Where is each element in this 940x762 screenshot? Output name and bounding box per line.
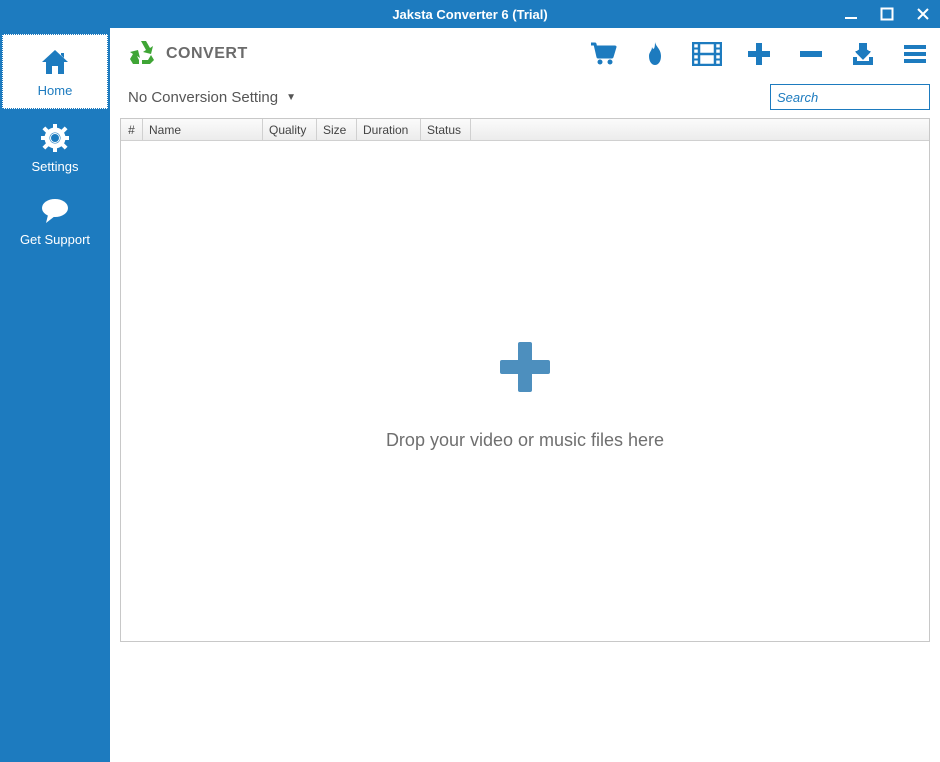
header-brand: CONVERT [128,38,248,71]
gear-icon [38,123,72,153]
chevron-down-icon: ▼ [286,92,296,103]
table-header: # Name Quality Size Duration Status [121,119,929,141]
col-size[interactable]: Size [317,119,357,140]
col-name[interactable]: Name [143,119,263,140]
minus-icon [798,41,824,67]
col-spacer [471,119,929,140]
header-row: CONVERT [110,28,940,80]
minimize-icon [844,7,858,21]
settings-row: No Conversion Setting ▼ [110,80,940,114]
sidebar-item-label: Get Support [20,232,90,247]
home-icon [38,47,72,77]
col-status[interactable]: Status [421,119,471,140]
flame-icon [645,41,665,67]
plus-icon [746,41,772,67]
toolbar [588,39,930,69]
sidebar-item-settings[interactable]: Settings [0,111,110,184]
search-input[interactable] [777,90,940,105]
sidebar-item-home[interactable]: Home [2,34,108,109]
file-table: # Name Quality Size Duration Status Drop… [120,118,930,642]
window-controls [842,0,932,28]
dropzone-hint: Drop your video or music files here [386,430,664,451]
remove-button[interactable] [796,39,826,69]
window-title: Jaksta Converter 6 (Trial) [392,7,547,22]
main-panel: CONVERT [110,28,940,762]
col-index[interactable]: # [121,119,143,140]
film-icon [692,42,722,66]
dropzone-plus-icon [490,332,560,402]
download-icon [850,41,876,67]
cart-button[interactable] [588,39,618,69]
sidebar-item-label: Settings [32,159,79,174]
sidebar: Home Settings Get Support [0,28,110,762]
conversion-setting-label: No Conversion Setting [128,89,278,106]
close-button[interactable] [914,5,932,23]
maximize-button[interactable] [878,5,896,23]
drop-zone[interactable]: Drop your video or music files here [121,141,929,641]
speech-icon [38,196,72,226]
burn-button[interactable] [640,39,670,69]
titlebar: Jaksta Converter 6 (Trial) [0,0,940,28]
sidebar-item-support[interactable]: Get Support [0,184,110,257]
menu-icon [902,43,928,65]
cart-icon [589,41,617,67]
video-button[interactable] [692,39,722,69]
col-quality[interactable]: Quality [263,119,317,140]
maximize-icon [880,7,894,21]
col-duration[interactable]: Duration [357,119,421,140]
add-button[interactable] [744,39,774,69]
sidebar-item-label: Home [38,83,73,98]
conversion-setting-dropdown[interactable]: No Conversion Setting ▼ [128,89,296,106]
header-title: CONVERT [166,45,248,63]
minimize-button[interactable] [842,5,860,23]
menu-button[interactable] [900,39,930,69]
close-icon [916,7,930,21]
recycle-icon [128,38,156,71]
search-box[interactable] [770,84,930,110]
download-button[interactable] [848,39,878,69]
